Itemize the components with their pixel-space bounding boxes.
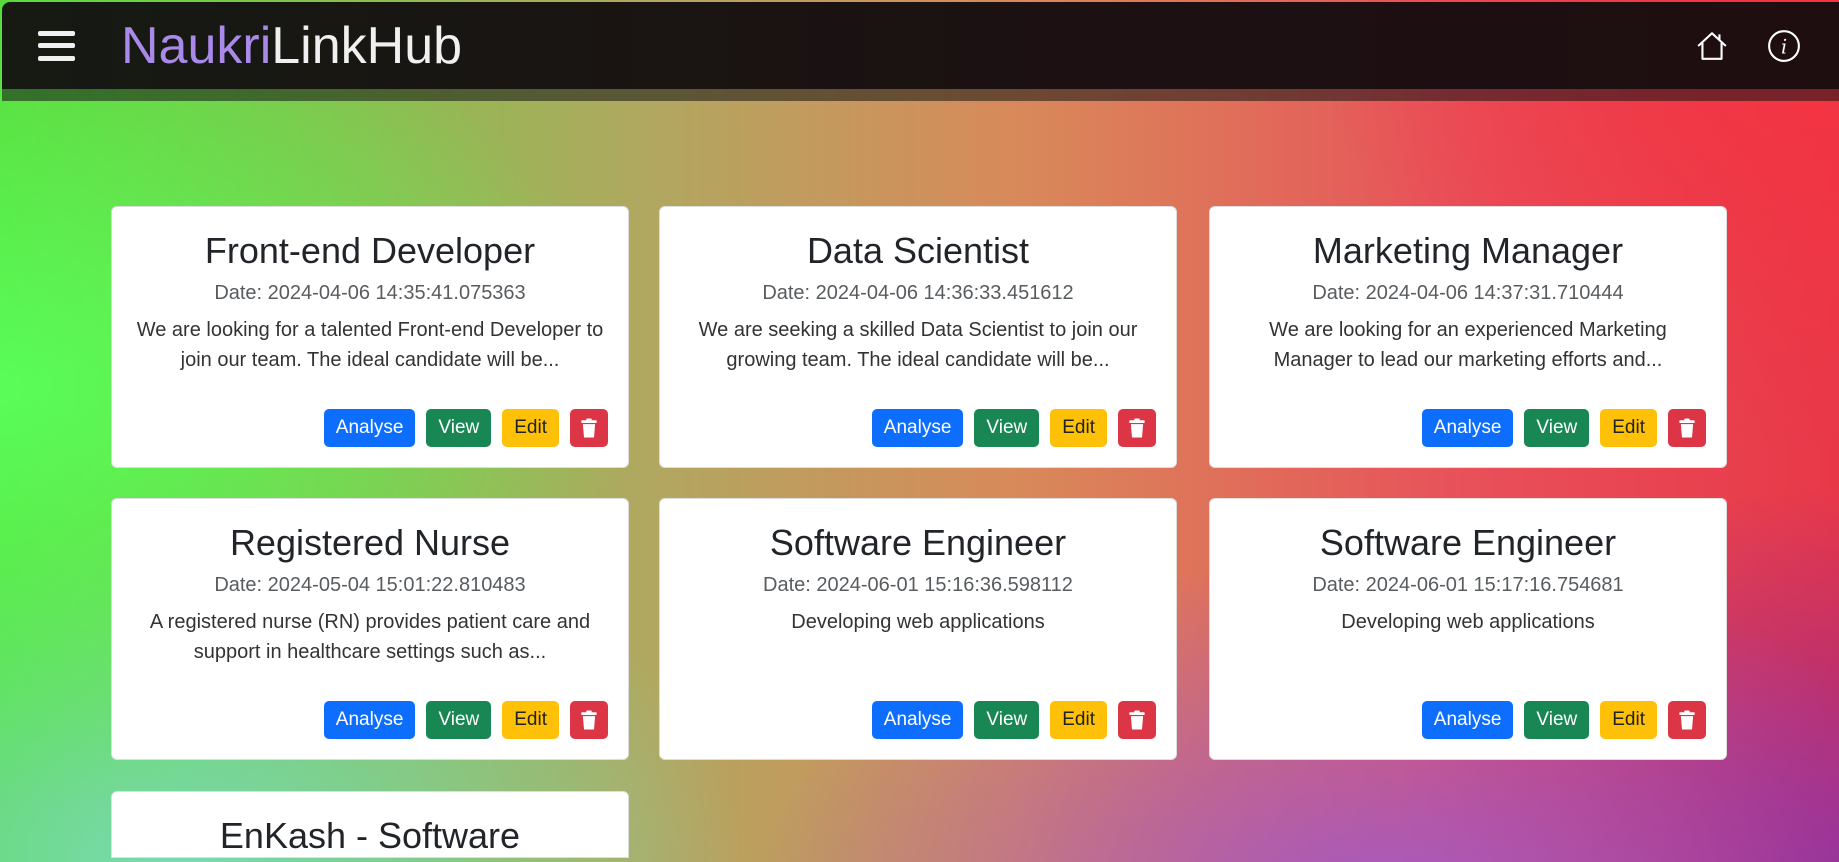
- trash-icon: [1678, 710, 1696, 730]
- job-title: Software Engineer: [1319, 522, 1617, 563]
- analyse-button[interactable]: Analyse: [871, 701, 964, 739]
- edit-button[interactable]: Edit: [502, 409, 559, 447]
- delete-button[interactable]: [1668, 701, 1706, 739]
- job-card: Software Engineer Date: 2024-06-01 15:17:…: [1209, 498, 1727, 760]
- analyse-button[interactable]: Analyse: [1421, 701, 1514, 739]
- job-date: Date: 2024-04-06 14:35:41.075363: [214, 282, 526, 305]
- delete-button[interactable]: [570, 701, 608, 739]
- trash-icon: [1678, 418, 1696, 438]
- delete-button[interactable]: [1668, 409, 1706, 447]
- edit-button[interactable]: Edit: [1600, 701, 1657, 739]
- job-title: Front-end Developer: [204, 230, 536, 271]
- job-title: Data Scientist: [806, 230, 1030, 271]
- svg-text:i: i: [1781, 35, 1787, 58]
- info-icon[interactable]: i: [1767, 29, 1801, 63]
- job-description: Developing web applications: [1341, 611, 1595, 634]
- job-title: Marketing Manager: [1312, 230, 1624, 271]
- analyse-button[interactable]: Analyse: [323, 701, 416, 739]
- trash-icon: [580, 418, 598, 438]
- brand-logo[interactable]: NaukriLinkHub: [121, 16, 462, 76]
- job-description: Developing web applications: [791, 611, 1045, 634]
- navbar: NaukriLinkHub i: [2, 2, 1839, 101]
- analyse-button[interactable]: Analyse: [323, 409, 416, 447]
- view-button[interactable]: View: [426, 409, 492, 447]
- job-card: Software Engineer Date: 2024-06-01 15:16:…: [659, 498, 1177, 760]
- job-card: Data Scientist Date: 2024-04-06 14:36:33.…: [659, 206, 1177, 468]
- job-date: Date: 2024-04-06 14:36:33.451612: [762, 282, 1074, 305]
- job-description: A registered nurse (RN) provides patient…: [149, 611, 591, 664]
- job-description: We are looking for a talented Front-end …: [136, 319, 604, 372]
- job-date: Date: 2024-06-01 15:17:16.754681: [1312, 574, 1624, 597]
- job-date: Date: 2024-06-01 15:16:36.598112: [763, 574, 1073, 597]
- delete-button[interactable]: [1118, 409, 1156, 447]
- job-title: EnKash - Software: [219, 815, 521, 856]
- home-icon[interactable]: [1695, 29, 1729, 63]
- view-button[interactable]: View: [974, 701, 1040, 739]
- trash-icon: [1128, 710, 1146, 730]
- view-button[interactable]: View: [1524, 409, 1590, 447]
- trash-icon: [1128, 418, 1146, 438]
- edit-button[interactable]: Edit: [502, 701, 559, 739]
- job-card: Registered Nurse Date: 2024-05-04 15:01:2…: [111, 498, 629, 760]
- view-button[interactable]: View: [426, 701, 492, 739]
- edit-button[interactable]: Edit: [1050, 701, 1107, 739]
- menu-icon[interactable]: [38, 30, 75, 61]
- delete-button[interactable]: [1118, 701, 1156, 739]
- job-card: EnKash - Software: [111, 791, 629, 859]
- job-title: Software Engineer: [769, 522, 1067, 563]
- job-description: We are looking for an experienced Market…: [1269, 319, 1667, 372]
- job-card: Front-end Developer Date: 2024-04-06 14:3…: [111, 206, 629, 468]
- analyse-button[interactable]: Analyse: [871, 409, 964, 447]
- view-button[interactable]: View: [974, 409, 1040, 447]
- edit-button[interactable]: Edit: [1050, 409, 1107, 447]
- job-date: Date: 2024-05-04 15:01:22.810483: [214, 574, 526, 597]
- analyse-button[interactable]: Analyse: [1421, 409, 1514, 447]
- job-title: Registered Nurse: [229, 522, 511, 563]
- edit-button[interactable]: Edit: [1600, 409, 1657, 447]
- trash-icon: [580, 710, 598, 730]
- job-date: Date: 2024-04-06 14:37:31.710444: [1312, 282, 1624, 305]
- job-card: Marketing Manager Date: 2024-04-06 14:37:…: [1209, 206, 1727, 468]
- delete-button[interactable]: [570, 409, 608, 447]
- job-description: We are seeking a skilled Data Scientist …: [698, 319, 1138, 372]
- view-button[interactable]: View: [1524, 701, 1590, 739]
